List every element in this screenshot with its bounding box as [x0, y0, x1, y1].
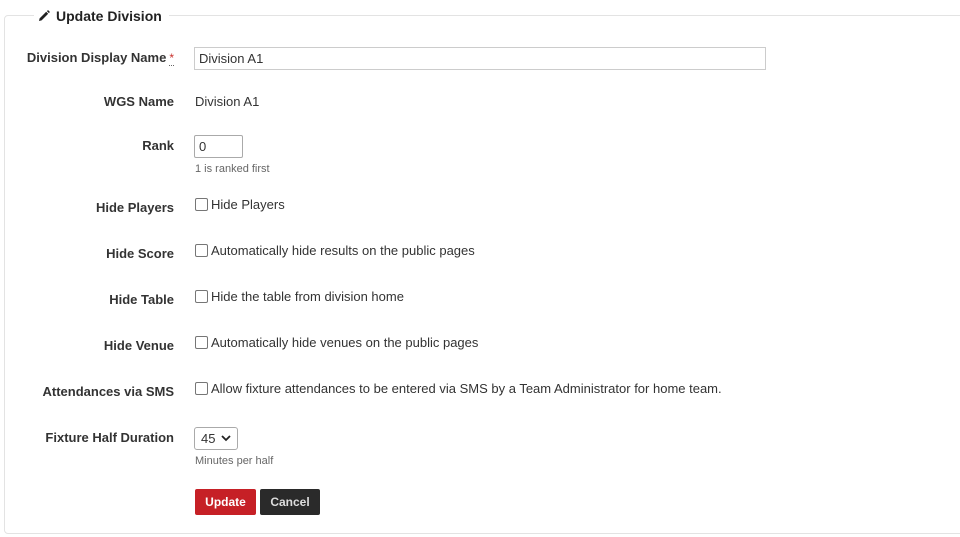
fixture-half-duration-value: 45	[201, 431, 216, 446]
hide-players-option: Hide Players	[195, 197, 285, 212]
rank-help-text: 1 is ranked first	[195, 163, 270, 175]
fixture-half-duration-select[interactable]: 45	[194, 427, 238, 450]
hide-players-label: Hide Players	[95, 200, 174, 215]
hide-venue-option: Automatically hide venues on the public …	[195, 335, 478, 350]
pencil-icon	[39, 10, 50, 21]
fixture-half-duration-label: Fixture Half Duration	[45, 430, 174, 445]
update-division-fieldset	[4, 15, 960, 534]
required-marker: *	[169, 51, 174, 66]
fixture-half-duration-help: Minutes per half	[195, 455, 274, 467]
hide-venue-checkbox-label[interactable]: Automatically hide venues on the public …	[211, 335, 478, 350]
form-title: Update Division	[34, 6, 169, 26]
display-name-label: Division Display Name *	[26, 50, 174, 66]
attendances-sms-checkbox[interactable]	[195, 382, 208, 395]
display-name-input[interactable]	[194, 47, 766, 70]
wgs-name-label: WGS Name	[103, 94, 174, 109]
wgs-name-value: Division A1	[195, 94, 260, 109]
cancel-button[interactable]: Cancel	[260, 489, 320, 515]
hide-table-checkbox[interactable]	[195, 290, 208, 303]
hide-table-option: Hide the table from division home	[195, 289, 404, 304]
hide-table-checkbox-label[interactable]: Hide the table from division home	[211, 289, 404, 304]
update-button[interactable]: Update	[195, 489, 256, 515]
hide-score-option: Automatically hide results on the public…	[195, 243, 475, 258]
hide-venue-label: Hide Venue	[103, 338, 174, 353]
chevron-down-icon	[221, 435, 232, 442]
form-title-text: Update Division	[56, 8, 162, 24]
hide-table-label: Hide Table	[109, 292, 174, 307]
attendances-sms-option: Allow fixture attendances to be entered …	[195, 381, 722, 396]
attendances-sms-label: Attendances via SMS	[42, 384, 175, 399]
hide-venue-checkbox[interactable]	[195, 336, 208, 349]
hide-players-checkbox[interactable]	[195, 198, 208, 211]
hide-score-checkbox-label[interactable]: Automatically hide results on the public…	[211, 243, 475, 258]
hide-score-checkbox[interactable]	[195, 244, 208, 257]
attendances-sms-checkbox-label[interactable]: Allow fixture attendances to be entered …	[211, 381, 722, 396]
rank-label: Rank	[142, 138, 174, 153]
hide-players-checkbox-label[interactable]: Hide Players	[211, 197, 285, 212]
rank-input[interactable]	[194, 135, 243, 158]
hide-score-label: Hide Score	[106, 246, 174, 261]
